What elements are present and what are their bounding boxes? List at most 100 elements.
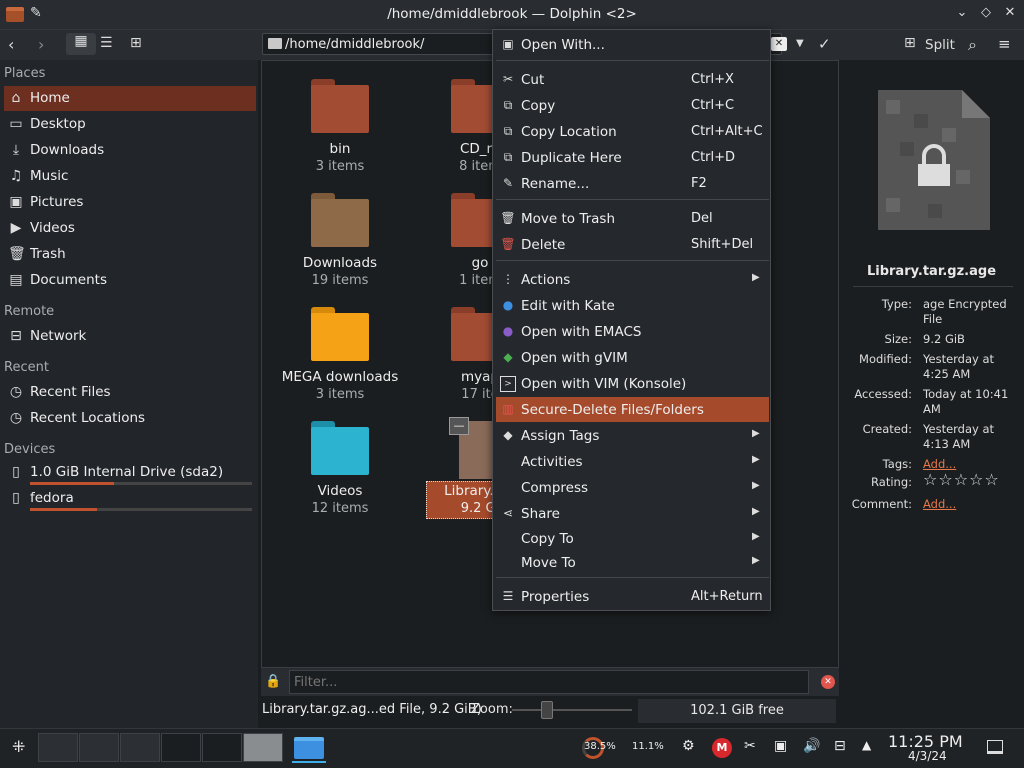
home-icon: ⌂ [11,90,21,106]
place-home[interactable]: ⌂ Home [4,86,256,111]
virtual-desktop-1[interactable] [38,733,78,762]
virtual-desktop-2[interactable] [79,733,119,762]
virtual-desktop-5[interactable] [202,733,242,762]
menu-copy[interactable]: ⧉ Copy Ctrl+C [496,93,769,118]
menu-open-with-gvim[interactable]: ◆ Open with gVIM [496,345,769,370]
place-trash[interactable]: 🗑 Trash [4,242,256,267]
place-downloads[interactable]: ⤓ Downloads [4,138,256,163]
zoom-slider-handle[interactable] [540,701,553,719]
konsole-icon: > [500,376,516,392]
search-icon[interactable]: ⌕ [968,35,977,55]
download-icon: ⤓ [12,142,20,158]
drive-usage-bar [30,482,252,485]
back-button[interactable]: ‹ [8,35,14,54]
add-comment-link[interactable]: Add... [923,497,1019,512]
dolphin-task-button[interactable] [292,733,326,763]
clear-path-icon[interactable]: ✕ [771,37,787,51]
folder-icon [294,737,324,759]
context-menu: ▣ Open With... ✂ Cut Ctrl+X ⧉ Copy Ctrl+C ⧉ Co… [492,29,771,611]
maximize-button[interactable]: ◇ [976,5,996,20]
mega-folder-icon [311,307,369,361]
place-videos[interactable]: ▶ Videos [4,216,256,241]
confirm-path-button[interactable]: ✓ [818,35,831,53]
menu-open-with-emacs[interactable]: ● Open with EMACS [496,319,769,344]
lock-icon[interactable]: 🔒 [265,674,281,689]
menu-move-to-trash[interactable]: 🗑 Move to Trash Del [496,206,769,231]
share-icon: ⋖ [502,506,514,520]
show-hidden-tray-icon[interactable]: ▲ [862,738,871,752]
submenu-arrow-icon: ▶ [752,480,760,491]
menu-copy-to[interactable]: Copy To ▶ [496,526,769,551]
menu-move-to[interactable]: Move To ▶ [496,550,769,575]
path-text[interactable]: /home/dmiddlebrook/ [285,37,424,52]
scissors-icon[interactable]: ✂ [744,738,756,754]
gvim-icon: ◆ [503,350,513,364]
menu-compress[interactable]: Compress ▶ [496,475,769,500]
place-desktop[interactable]: ▭ Desktop [4,112,256,137]
menu-actions[interactable]: ⋮ Actions ▶ [496,267,769,292]
downloads-folder-icon [311,193,369,247]
delete-icon: 🗑 [500,237,516,251]
kate-icon: ● [502,298,514,312]
menu-activities[interactable]: Activities ▶ [496,449,769,474]
show-desktop-icon[interactable] [987,740,1003,754]
menu-edit-with-kate[interactable]: ● Edit with Kate [496,293,769,318]
menu-open-with-vim-konsole[interactable]: > Open with VIM (Konsole) [496,371,769,396]
virtual-desktop-6[interactable] [243,733,283,762]
menu-secure-delete[interactable]: ▥ Secure-Delete Files/Folders [496,397,769,422]
menu-copy-location[interactable]: ⧉ Copy Location Ctrl+Alt+C [496,119,769,144]
details-view-button[interactable]: ⊞ [130,35,142,51]
network-icon[interactable]: ⊟ [834,738,846,754]
menu-duplicate-here[interactable]: ⧉ Duplicate Here Ctrl+D [496,145,769,170]
picture-icon: ▣ [9,194,23,210]
mega-icon[interactable]: M [712,738,732,758]
forward-button[interactable]: › [38,35,44,54]
menu-separator [496,577,769,578]
menu-share[interactable]: ⋖ Share ▶ [496,501,769,526]
virtual-desktop-4[interactable] [161,733,201,762]
place-network[interactable]: ⊟ Network [4,324,256,349]
split-icon[interactable]: ⊞ [904,35,916,51]
free-space[interactable]: 102.1 GiB free [638,699,836,723]
close-filter-icon[interactable]: ✕ [821,675,835,689]
menu-rename[interactable]: ✎ Rename... F2 [496,171,769,196]
virtual-desktop-3[interactable] [120,733,160,762]
clock-date[interactable]: 4/3/24 [908,749,947,763]
filter-bar: 🔒 ✕ [261,668,839,696]
split-button[interactable]: Split [925,37,955,53]
place-documents[interactable]: ▤ Documents [4,268,256,293]
kde-connect-icon[interactable]: ⚙ [682,738,695,754]
fedora-usage-bar [30,508,252,511]
close-button[interactable]: ✕ [1000,5,1020,20]
hamburger-menu-icon[interactable]: ≡ [998,35,1011,53]
drive-icon: ▯ [12,464,20,480]
minimize-button[interactable]: ⌄ [952,5,972,20]
recent-files-icon: ◷ [9,384,23,400]
menu-open-with[interactable]: ▣ Open With... [496,32,769,57]
submenu-arrow-icon: ▶ [752,506,760,517]
compact-view-button[interactable]: ☰ [100,35,113,51]
chevron-down-icon[interactable]: ▼ [796,38,804,49]
tag-icon: ◆ [503,428,513,442]
menu-delete[interactable]: 🗑 Delete Shift+Del [496,232,769,257]
places-panel: Places ⌂ Home ▭ Desktop ⤓ Downloads ♫ Music … [0,60,258,728]
menu-properties[interactable]: ☰ Properties Alt+Return [496,584,769,609]
app-launcher-icon[interactable]: ⁜ [12,737,25,756]
menu-cut[interactable]: ✂ Cut Ctrl+X [496,67,769,92]
actions-icon: ⋮ [502,272,514,286]
place-pictures[interactable]: ▣ Pictures [4,190,256,215]
rating-stars[interactable]: ☆☆☆☆☆ [923,472,1019,488]
trash-icon: 🗑 [8,246,26,262]
zoom-slider[interactable] [512,709,632,711]
shred-icon: ▥ [502,402,514,416]
place-recent-locations[interactable]: ◷ Recent Locations [4,406,256,431]
icons-view-button[interactable]: ▦ [66,33,96,55]
clipboard-icon[interactable]: ▣ [774,738,787,754]
filter-input[interactable] [289,670,809,694]
volume-icon[interactable]: 🔊 [803,738,820,754]
select-toggle-icon[interactable]: — [449,417,469,435]
place-recent-files[interactable]: ◷ Recent Files [4,380,256,405]
menu-assign-tags[interactable]: ◆ Assign Tags ▶ [496,423,769,448]
place-music[interactable]: ♫ Music [4,164,256,189]
cpu-usage: 38.5% [584,741,616,752]
